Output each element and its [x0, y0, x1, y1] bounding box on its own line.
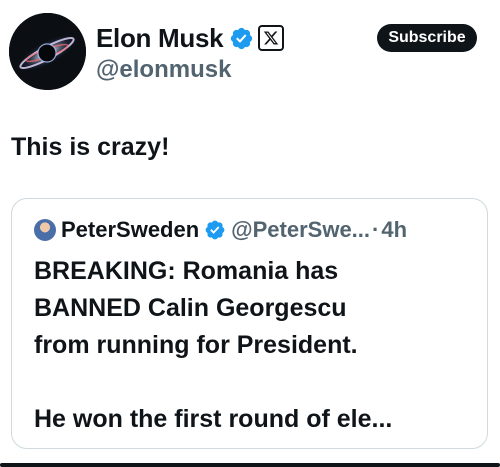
x-logo-glyph [264, 31, 279, 45]
quoted-text-line: from running for President. [34, 331, 358, 359]
quoted-separator: · [372, 217, 380, 242]
quoted-text-line: He won the first round of ele... [34, 405, 393, 433]
author-display-name[interactable]: Elon Musk [96, 23, 224, 54]
quoted-timestamp[interactable]: 4h [381, 217, 407, 243]
quoted-author-avatar[interactable] [34, 219, 56, 241]
bottom-divider [0, 463, 500, 467]
author-handle[interactable]: @elonmusk [96, 56, 231, 84]
quoted-post-header: PeterSweden @PeterSwe... · 4h [34, 216, 407, 244]
galaxy-avatar-image [9, 13, 86, 90]
x-logo-icon [258, 25, 285, 51]
verified-badge-icon[interactable] [229, 26, 254, 51]
post-text: This is crazy! [11, 133, 170, 161]
post-view: Elon Musk @elonmusk Subscribe This is cr… [0, 0, 500, 467]
quoted-author-handle[interactable]: @PeterSwe... [231, 217, 370, 243]
author-name-row: Elon Musk [96, 21, 285, 55]
quoted-verified-badge-icon [205, 220, 225, 240]
subscribe-button[interactable]: Subscribe [377, 24, 477, 52]
quoted-text-line: BANNED Calin Georgescu [34, 294, 347, 322]
quoted-author-name[interactable]: PeterSweden [61, 217, 199, 243]
quoted-post-card[interactable]: PeterSweden @PeterSwe... · 4h BREAKING: … [11, 198, 488, 449]
quoted-text-line: BREAKING: Romania has [34, 257, 339, 285]
quoted-post-text: BREAKING: Romania has BANNED Calin Georg… [34, 253, 474, 438]
author-avatar[interactable] [9, 13, 86, 90]
